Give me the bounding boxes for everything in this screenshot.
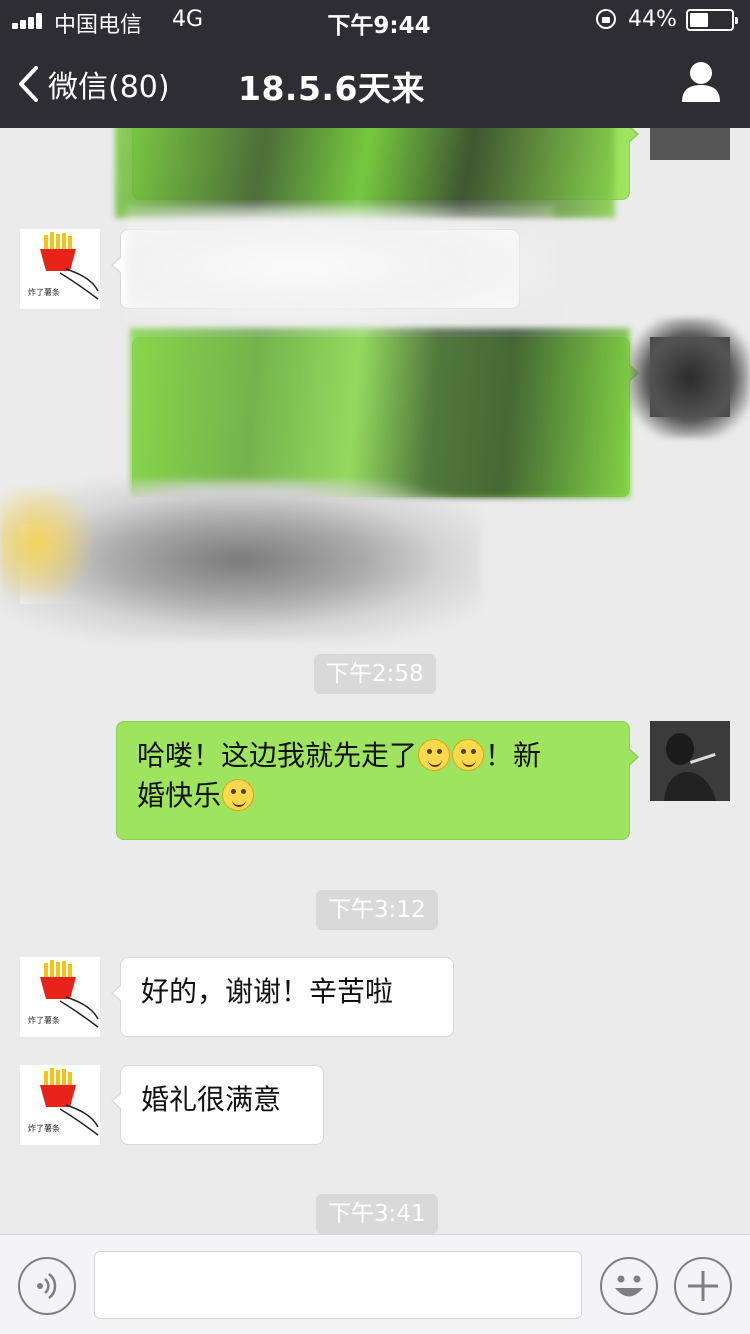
smiley-icon [615,1275,643,1297]
message-input[interactable] [94,1251,582,1319]
avatar-self[interactable] [650,128,730,160]
message-text: 好的，谢谢！辛苦啦 [141,975,394,1008]
chevron-left-icon [19,66,38,102]
avatar-caption: 炸了薯条 [28,288,60,297]
more-button[interactable] [674,1257,732,1315]
smile-emoji-icon [452,739,485,771]
avatar-contact[interactable]: 炸了薯条 [20,229,100,309]
input-bar [0,1234,750,1334]
status-bar: 中国电信 4G 下午9:44 44% [0,0,750,40]
person-photo [650,721,730,801]
redaction-scribble [630,318,750,438]
message-list[interactable]: 炸了薯条 下午2:58 哈喽！这边我就先走了 ！新 婚快乐 下午3:12 炸了薯… [0,128,750,1234]
redaction-scribble [130,328,630,498]
voice-button[interactable] [18,1257,76,1315]
timestamp: 下午2:58 [314,654,436,694]
person-icon [682,62,720,102]
message-bubble-received[interactable]: 婚礼很满意 [111,1065,324,1145]
emoji-button[interactable] [600,1257,658,1315]
smile-emoji-icon [418,739,451,771]
back-label: 微信(80) [48,70,170,105]
message-text: 哈喽！这边我就先走了 ！新 婚快乐 [137,739,542,812]
top-bar: 中国电信 4G 下午9:44 44% 微信(80) 18.5.6天来 [0,0,750,128]
redaction-scribble [0,488,90,598]
avatar-caption: 炸了薯条 [28,1016,60,1025]
chat-info-button[interactable] [676,58,726,108]
avatar-contact[interactable]: 炸了薯条 [20,1065,100,1145]
plus-icon [688,1271,718,1301]
nav-bar: 微信(80) 18.5.6天来 [0,40,750,128]
redaction-scribble [115,128,615,218]
redaction-scribble [125,206,555,326]
timestamp: 下午3:12 [316,890,438,930]
chat-title: 18.5.6天来 [238,69,425,108]
message-text: 婚礼很满意 [141,1083,282,1116]
timestamp: 下午3:41 [316,1194,438,1234]
battery-icon [686,9,738,31]
avatar-contact[interactable]: 炸了薯条 [20,957,100,1037]
message-bubble-sent[interactable]: 哈喽！这边我就先走了 ！新 婚快乐 [116,721,639,840]
smile-emoji-icon [222,779,255,811]
rotation-lock-icon [596,9,616,29]
avatar-self[interactable] [650,721,730,801]
avatar-caption: 炸了薯条 [28,1124,60,1133]
back-button[interactable]: 微信(80) [16,60,170,108]
voice-icon [37,1273,57,1299]
battery-percent: 44% [628,7,677,32]
message-bubble-received[interactable]: 好的，谢谢！辛苦啦 [111,957,454,1037]
